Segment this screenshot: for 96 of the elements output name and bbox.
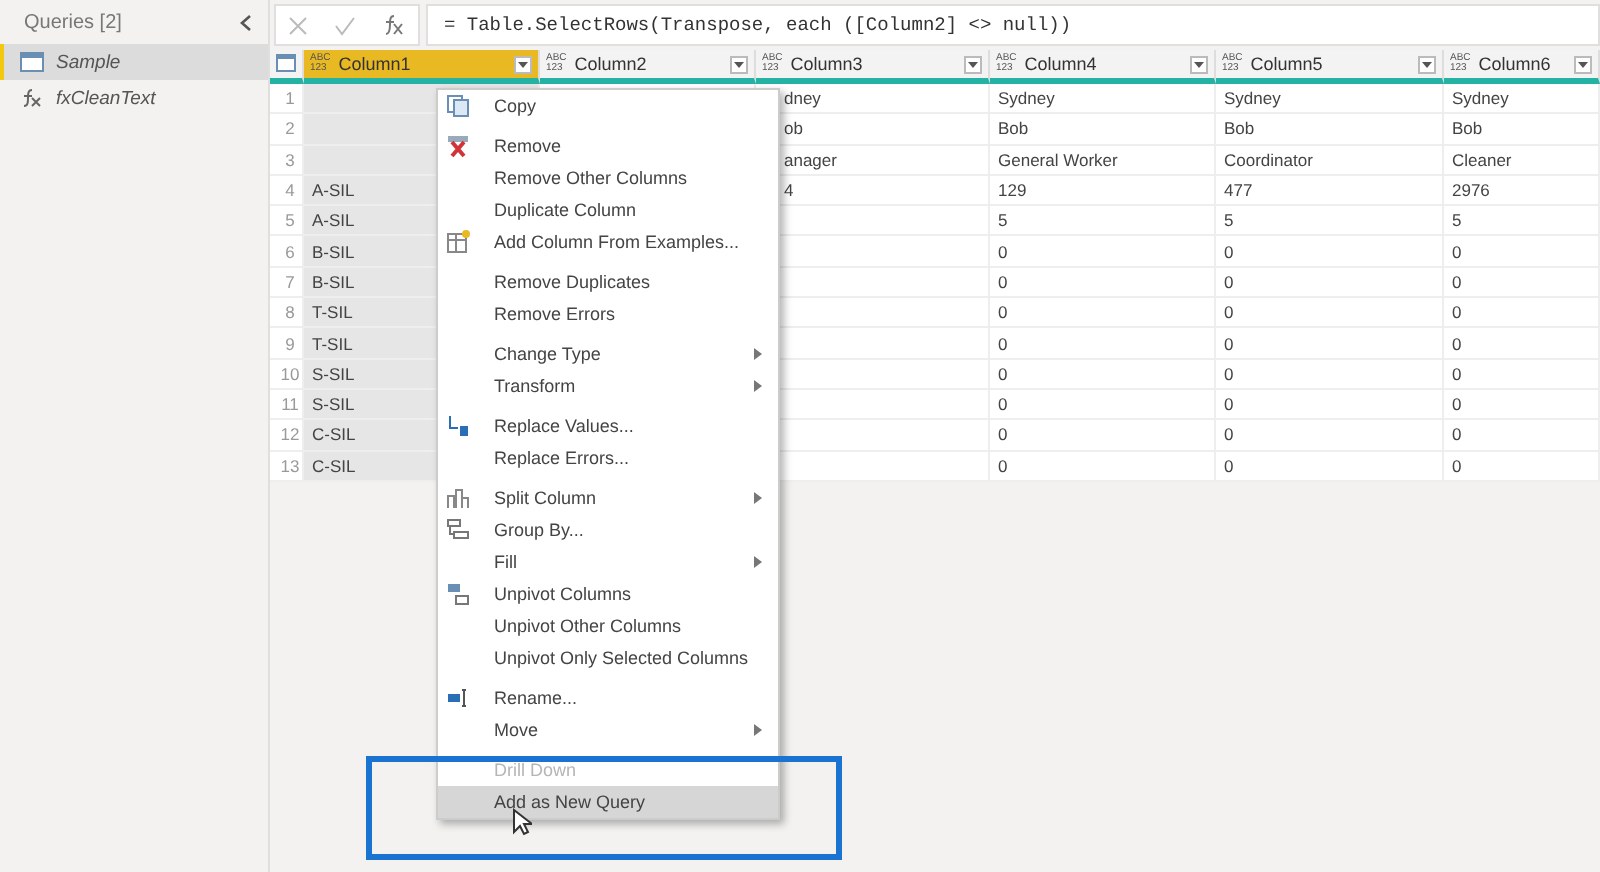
submenu-arrow-icon [754,348,762,360]
rename-icon [446,686,470,710]
table-cell: 0 [1216,236,1444,268]
table-cell: Sydney [1444,84,1600,115]
filter-dropdown[interactable] [730,55,748,73]
table-cell: Bob [990,114,1216,146]
menu-item[interactable]: Fill [438,546,778,578]
menu-item[interactable]: Split Column [438,482,778,514]
table-cell: 5 [990,206,1216,237]
query-item[interactable]: fxCleanText [0,80,268,116]
table-cell: 2976 [1444,175,1600,207]
table-cell: 0 [1444,298,1600,329]
table-cell: Sydney [1216,84,1444,115]
row-number: 1 [270,84,304,115]
pane-title: Queries [2] [24,11,122,33]
collapse-chevron-icon[interactable] [240,13,252,31]
menu-item[interactable]: Add as New Query [438,786,778,818]
table-cell: 0 [1216,298,1444,329]
split-column-icon [446,486,470,510]
remove-icon [446,134,470,158]
replace-icon [446,414,470,438]
table-star-icon [446,230,470,254]
table-cell: 0 [1444,451,1600,482]
menu-item[interactable]: Unpivot Only Selected Columns [438,642,778,674]
table-cell: 5 [1216,206,1444,237]
table-cell: 0 [1216,389,1444,421]
table-cell: 0 [990,389,1216,421]
table-cell: Bob [1216,114,1444,146]
row-number: 7 [270,267,304,299]
filter-dropdown[interactable] [1190,55,1208,73]
table-cell: Coordinator [1216,145,1444,176]
menu-item[interactable]: Rename... [438,682,778,714]
row-number: 10 [270,359,304,390]
table-cell: 0 [990,420,1216,452]
table-cell: 0 [1444,328,1600,360]
table-cell: 129 [990,175,1216,207]
menu-item[interactable]: Unpivot Other Columns [438,610,778,642]
table-cell: Sydney [990,84,1216,115]
caret-icon [968,61,978,67]
table-cell: 0 [1444,389,1600,421]
table-cell: Bob [1444,114,1600,146]
check-icon[interactable] [333,15,356,35]
table-cell: 0 [1444,236,1600,268]
table-cell: 0 [1216,328,1444,360]
caret-icon [1578,61,1588,67]
function-icon [20,88,44,108]
copy-icon [446,94,470,118]
submenu-arrow-icon [754,724,762,736]
caret-icon [1422,61,1432,67]
formula-field[interactable]: = Table.SelectRows(Transpose, each ([Column2] <> null)) [426,4,1600,46]
table-icon [20,52,44,72]
submenu-arrow-icon [754,556,762,568]
filter-dropdown[interactable] [514,55,532,73]
table-menu-icon[interactable] [276,54,296,74]
menu-item[interactable]: Unpivot Columns [438,578,778,610]
table-cell: 0 [1444,267,1600,299]
row-number: 6 [270,236,304,268]
table-cell: 0 [990,328,1216,360]
table-cell: 0 [990,359,1216,390]
row-number: 9 [270,328,304,360]
table-cell: 0 [1216,420,1444,452]
table-cell: 0 [1444,420,1600,452]
table-cell: 0 [1216,359,1444,390]
submenu-arrow-icon [754,380,762,392]
query-item[interactable]: Sample [0,44,268,80]
table-cell: General Worker [990,145,1216,176]
table-cell: 0 [1216,267,1444,299]
unpivot-icon [446,582,470,606]
row-number: 8 [270,298,304,329]
table-cell: 0 [990,451,1216,482]
row-number: 5 [270,206,304,237]
group-icon [446,518,470,542]
row-number: 2 [270,114,304,146]
menu-item[interactable]: Group By... [438,514,778,546]
table-cell: 0 [990,236,1216,268]
row-number: 11 [270,389,304,421]
row-number: 3 [270,145,304,176]
table-cell: 0 [1444,359,1600,390]
submenu-arrow-icon [754,492,762,504]
filter-dropdown[interactable] [964,55,982,73]
caret-icon [518,61,528,67]
filter-dropdown[interactable] [1574,55,1592,73]
table-cell: 477 [1216,175,1444,207]
filter-dropdown[interactable] [1418,55,1436,73]
menu-item[interactable]: Move [438,714,778,746]
table-cell: 0 [1216,451,1444,482]
caret-icon [734,61,744,67]
table-cell: 5 [1444,206,1600,237]
caret-icon [1194,61,1204,67]
function-icon[interactable] [381,14,406,36]
row-number: 12 [270,420,304,452]
table-cell: 0 [990,298,1216,329]
row-number: 13 [270,451,304,482]
table-cell: Cleaner [1444,145,1600,176]
row-number: 4 [270,175,304,207]
table-cell: 0 [990,267,1216,299]
